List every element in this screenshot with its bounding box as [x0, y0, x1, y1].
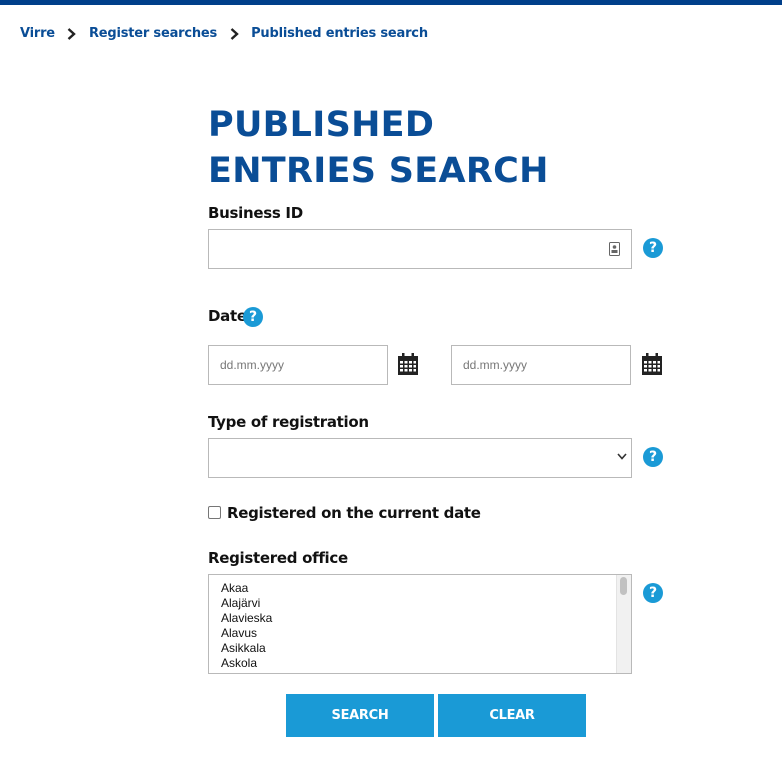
list-item[interactable]: Asikkala: [221, 641, 266, 656]
list-item[interactable]: Alajärvi: [221, 596, 260, 611]
contact-card-icon: [609, 242, 620, 261]
breadcrumb-published-entries-search[interactable]: Published entries search: [251, 26, 428, 41]
business-id-input[interactable]: [208, 229, 632, 269]
registration-type-help-icon[interactable]: ?: [643, 447, 663, 467]
current-date-checkbox[interactable]: [208, 506, 221, 519]
date-from-placeholder: dd.mm.yyyy: [220, 358, 285, 372]
top-bar: [0, 0, 782, 5]
registered-office-label: Registered office: [208, 549, 348, 567]
list-item[interactable]: Akaa: [221, 581, 248, 596]
date-help-icon[interactable]: ?: [243, 307, 263, 327]
breadcrumb-register-searches[interactable]: Register searches: [89, 26, 217, 41]
date-to-input[interactable]: dd.mm.yyyy: [451, 345, 631, 385]
registered-office-help-icon[interactable]: ?: [643, 583, 663, 603]
registered-office-listbox[interactable]: Akaa Alajärvi Alavieska Alavus Asikkala …: [208, 574, 632, 674]
current-date-label[interactable]: Registered on the current date: [227, 504, 481, 522]
chevron-right-icon: [61, 27, 83, 40]
search-button[interactable]: SEARCH: [286, 694, 434, 737]
business-id-help-icon[interactable]: ?: [643, 238, 663, 258]
chevron-right-icon: [223, 27, 245, 40]
business-id-label: Business ID: [208, 204, 303, 222]
chevron-down-icon: [617, 451, 627, 463]
date-label: Date: [208, 307, 247, 325]
date-from-input[interactable]: dd.mm.yyyy: [208, 345, 388, 385]
calendar-icon[interactable]: [398, 353, 418, 375]
list-item[interactable]: Askola: [221, 656, 257, 671]
list-item[interactable]: Alavieska: [221, 611, 272, 626]
scrollbar-thumb[interactable]: [620, 577, 627, 595]
clear-button[interactable]: CLEAR: [438, 694, 586, 737]
registration-type-select[interactable]: [208, 438, 632, 478]
calendar-icon[interactable]: [642, 353, 662, 375]
breadcrumb: Virre Register searches Published entrie…: [20, 26, 428, 41]
registration-type-label: Type of registration: [208, 413, 369, 431]
page-title: PUBLISHED ENTRIES SEARCH: [208, 105, 549, 191]
date-to-placeholder: dd.mm.yyyy: [463, 358, 528, 372]
breadcrumb-virre[interactable]: Virre: [20, 26, 55, 41]
list-item[interactable]: Alavus: [221, 626, 257, 641]
